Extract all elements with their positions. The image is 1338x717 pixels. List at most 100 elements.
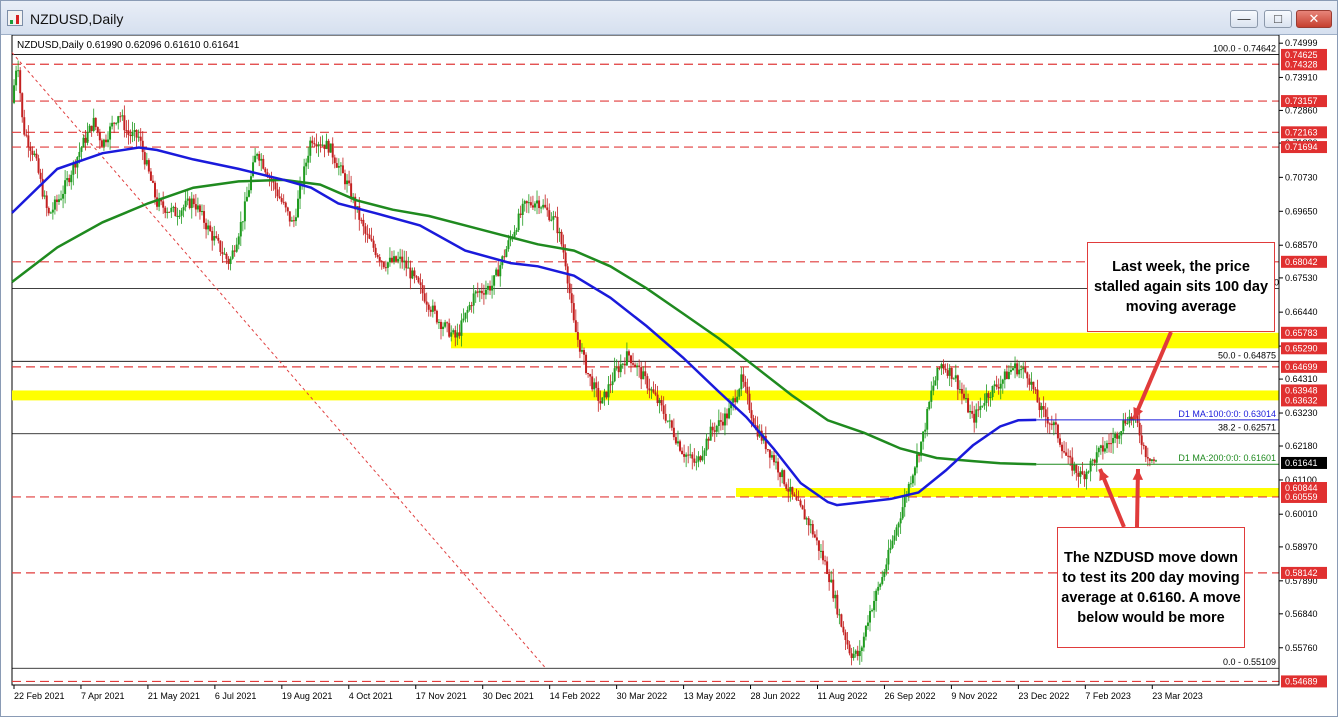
candle-body	[119, 116, 122, 118]
candle-body	[826, 561, 829, 574]
candle-body	[1061, 444, 1064, 452]
price-tick-label: 0.66440	[1285, 307, 1318, 317]
candle-body	[497, 269, 500, 277]
candle-body	[685, 454, 688, 457]
candle-body	[938, 367, 941, 369]
candle-body	[64, 180, 67, 194]
candle-body	[1022, 367, 1025, 370]
candle-body	[962, 393, 965, 399]
minimize-button[interactable]: —	[1230, 10, 1258, 28]
candle-body	[707, 438, 710, 441]
candle-body	[166, 211, 169, 213]
candle-body	[49, 212, 52, 214]
candle-body	[1087, 471, 1090, 473]
candle-body	[315, 144, 318, 147]
candle-body	[96, 127, 99, 133]
close-button[interactable]: ✕	[1296, 10, 1332, 28]
candle-body	[123, 115, 126, 131]
candle-body	[231, 250, 234, 259]
candle-body	[386, 262, 389, 268]
candle-body	[991, 385, 994, 398]
candle-body	[172, 206, 175, 208]
candle-body	[1028, 378, 1031, 385]
candle-body	[478, 290, 481, 293]
candle-body	[419, 282, 422, 286]
candle-body	[828, 573, 831, 583]
candle-body	[66, 178, 69, 181]
candle-body	[838, 614, 841, 616]
candle-body	[393, 256, 396, 262]
candle-body	[21, 93, 24, 118]
date-tick-label: 28 Jun 2022	[751, 691, 801, 701]
candle-body	[1118, 435, 1121, 439]
callout-top-text: Last week, the price stalled again sits …	[1093, 259, 1269, 315]
candle-body	[638, 365, 641, 368]
candle-body	[194, 204, 197, 210]
candle-body	[609, 384, 612, 386]
candle-body	[27, 135, 30, 147]
candle-body	[887, 549, 890, 565]
candle-body	[523, 201, 526, 204]
candle-body	[1116, 433, 1119, 439]
candle-body	[454, 330, 457, 338]
candle-body	[1063, 451, 1066, 453]
candle-body	[615, 367, 618, 369]
fib-50-label: 50.0 - 0.64875	[1218, 350, 1276, 360]
candle-body	[495, 269, 498, 276]
candle-body	[536, 200, 539, 204]
candle-body	[981, 405, 984, 407]
candle-body	[1152, 459, 1155, 461]
candle-body	[19, 70, 22, 94]
candle-body	[374, 247, 377, 256]
candle-body	[570, 293, 573, 304]
candle-body	[875, 590, 878, 601]
candle-body	[817, 540, 820, 551]
candle-body	[107, 139, 110, 143]
ma200-label: D1 MA:200:0:0: 0.61601	[1178, 453, 1276, 463]
candle-body	[288, 211, 291, 222]
candle-body	[529, 202, 532, 206]
candle-body	[744, 381, 747, 387]
candle-body	[723, 413, 726, 426]
candle-body	[442, 326, 445, 330]
price-tick-label: 0.74999	[1285, 38, 1318, 48]
candle-body	[793, 494, 796, 497]
candle-body	[429, 309, 432, 312]
price-chart[interactable]: 100.0 - 0.74642 50.0 - 0.64875 38.2 - 0.62…	[11, 35, 1329, 713]
candle-body	[748, 393, 751, 411]
candle-body	[207, 225, 210, 230]
candle-body	[642, 371, 645, 380]
candle-body	[382, 262, 385, 268]
candle-body	[229, 258, 232, 264]
candle-body	[190, 198, 193, 208]
maximize-button[interactable]: □	[1264, 10, 1292, 28]
price-level-badge-text: 0.61641	[1285, 458, 1318, 468]
candle-body	[948, 367, 951, 376]
candle-body	[147, 160, 150, 172]
candle-body	[211, 231, 214, 241]
candle-body	[674, 437, 677, 444]
candle-body	[1105, 443, 1108, 449]
candle-body	[164, 207, 167, 213]
candle-body	[1150, 459, 1153, 461]
symbol-header: NZDUSD,Daily 0.61990 0.62096 0.61610 0.6…	[17, 40, 240, 51]
candle-body	[397, 258, 400, 262]
candle-body	[862, 636, 865, 648]
candle-body	[1048, 423, 1051, 425]
candle-body	[852, 653, 855, 659]
candle-body	[993, 384, 996, 386]
candle-body	[417, 277, 420, 283]
candle-body	[832, 579, 835, 599]
candle-body	[15, 70, 18, 86]
candle-body	[797, 499, 800, 501]
price-tick-label: 0.64310	[1285, 374, 1318, 384]
candle-body	[213, 236, 216, 241]
date-tick-label: 7 Apr 2021	[81, 691, 125, 701]
candle-body	[100, 140, 103, 147]
candle-body	[282, 201, 285, 203]
candle-body	[1103, 448, 1106, 452]
date-tick-label: 23 Dec 2022	[1018, 691, 1069, 701]
candle-body	[1073, 464, 1076, 471]
candle-body	[934, 380, 937, 386]
candle-body	[444, 322, 447, 327]
